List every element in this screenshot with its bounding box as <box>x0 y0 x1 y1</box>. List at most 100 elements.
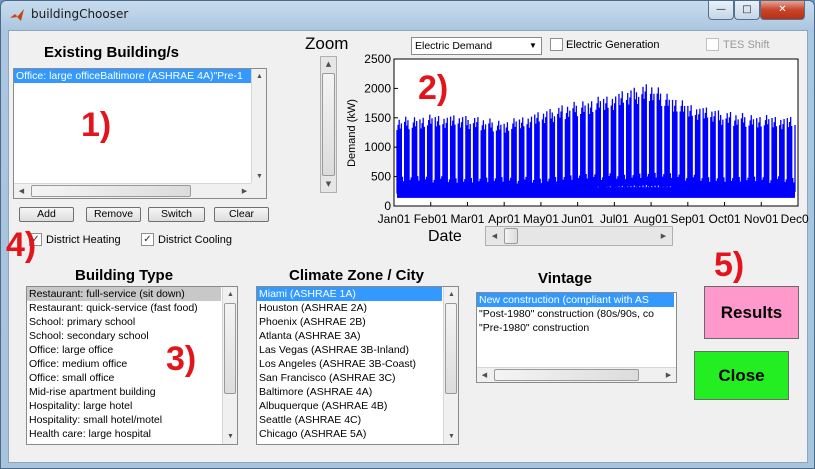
y-tick-label: 500 <box>371 170 391 184</box>
list-item[interactable]: Hospitality: small hotel/motel <box>27 413 221 427</box>
demand-chart: 0 500 1000 1500 2000 2500 Jan01 Feb01 Mar01 Apr0… <box>346 53 809 226</box>
existing-buildings-list[interactable]: Office: large officeBaltimore (ASHRAE 4A… <box>13 68 267 199</box>
vertical-scrollbar[interactable]: ▲ ▼ <box>251 69 266 184</box>
district-cooling-label: District Cooling <box>158 234 232 246</box>
list-item[interactable]: "Post-1980" construction (80s/90s, co <box>477 307 674 321</box>
list-item[interactable]: Health care: large hospital <box>27 427 221 441</box>
title-bar[interactable]: buildingChooser — □ ✕ <box>1 1 814 29</box>
zoom-label: Zoom <box>305 34 349 53</box>
list-item[interactable]: Mid-rise apartment building <box>27 385 221 399</box>
close-window-button[interactable]: ✕ <box>760 1 805 20</box>
list-item[interactable]: Albuquerque (ASHRAE 4B) <box>257 399 442 413</box>
tes-shift-checkbox[interactable] <box>706 38 719 51</box>
list-item[interactable]: Baltimore (ASHRAE 4A) <box>257 385 442 399</box>
x-tick-label: Feb01 <box>414 212 448 226</box>
electric-generation-label: Electric Generation <box>566 39 660 51</box>
horizontal-scrollbar[interactable]: ◀ ▶ <box>14 183 252 198</box>
vertical-scrollbar[interactable]: ▲ ▼ <box>443 287 458 444</box>
vintage-heading: Vintage <box>538 270 592 287</box>
district-heating-label: District Heating <box>46 234 121 246</box>
list-item[interactable]: Chicago (ASHRAE 5A) <box>257 427 442 441</box>
date-thumb[interactable] <box>504 228 518 244</box>
scroll-right-icon[interactable]: ▶ <box>237 184 252 198</box>
scroll-thumb[interactable] <box>31 185 191 197</box>
date-left-icon[interactable]: ◀ <box>487 229 502 244</box>
list-item[interactable]: Phoenix (ASHRAE 2B) <box>257 315 442 329</box>
list-item[interactable]: Atlanta (ASHRAE 3A) <box>257 329 442 343</box>
scroll-up-icon[interactable]: ▲ <box>444 287 458 302</box>
list-item[interactable]: Las Vegas (ASHRAE 3B-Inland) <box>257 343 442 357</box>
list-item[interactable]: School: primary school <box>27 315 221 329</box>
maximize-button[interactable]: □ <box>734 1 760 20</box>
date-slider[interactable]: ◀ ▶ <box>485 226 673 246</box>
x-tick-label: Dec01 <box>781 212 809 226</box>
list-item[interactable]: Restaurant: quick-service (fast food) <box>27 301 221 315</box>
list-item[interactable]: San Francisco (ASHRAE 3C) <box>257 371 442 385</box>
scroll-right-icon[interactable]: ▶ <box>661 368 676 382</box>
switch-button[interactable]: Switch <box>148 207 205 222</box>
list-item[interactable]: "Pre-1980" construction <box>477 321 674 335</box>
list-item[interactable]: Miami (ASHRAE 1A) <box>257 287 442 301</box>
annotation-5: 5) <box>714 246 745 284</box>
horizontal-scrollbar[interactable]: ◀ ▶ <box>477 367 676 382</box>
district-cooling-checkbox[interactable]: ✓ <box>141 233 154 246</box>
list-item[interactable]: Seattle (ASHRAE 4C) <box>257 413 442 427</box>
date-right-icon[interactable]: ▶ <box>656 229 671 244</box>
zoom-up-icon[interactable]: ▲ <box>321 57 336 72</box>
x-tick-label: Jan01 <box>378 212 411 226</box>
list-item[interactable]: Hospitality: large hotel <box>27 399 221 413</box>
list-item[interactable]: Houston (ASHRAE 2A) <box>257 301 442 315</box>
list-item[interactable]: Restaurant: full-service (sit down) <box>27 287 221 301</box>
list-item[interactable]: New construction (compliant with AS <box>477 293 674 307</box>
remove-button[interactable]: Remove <box>86 207 141 222</box>
vertical-scrollbar[interactable]: ▲ ▼ <box>222 287 237 444</box>
y-tick-label: 1500 <box>364 111 391 125</box>
series-dropdown-value: Electric Demand <box>415 40 493 52</box>
scroll-up-icon[interactable]: ▲ <box>252 69 266 84</box>
close-button[interactable]: Close <box>694 351 789 400</box>
scroll-thumb[interactable] <box>445 303 457 394</box>
x-tick-label: Jun01 <box>561 212 594 226</box>
scroll-up-icon[interactable]: ▲ <box>223 287 237 302</box>
tes-shift-label: TES Shift <box>723 39 770 51</box>
date-label: Date <box>428 228 462 245</box>
y-tick-label: 2500 <box>364 53 391 66</box>
scroll-left-icon[interactable]: ◀ <box>14 184 29 198</box>
chevron-down-icon[interactable]: ▼ <box>525 38 541 54</box>
client-area: Existing Building/s Office: large office… <box>6 30 809 463</box>
y-axis: 0 500 1000 1500 2000 2500 <box>364 53 398 213</box>
zoom-down-icon[interactable]: ▼ <box>321 177 336 192</box>
climate-zone-list[interactable]: Miami (ASHRAE 1A) Houston (ASHRAE 2A) Phoe… <box>256 286 459 445</box>
y-tick-label: 2000 <box>364 81 391 95</box>
annotation-3: 3) <box>166 340 197 378</box>
x-tick-label: Sep01 <box>670 212 705 226</box>
building-type-list[interactable]: Restaurant: full-service (sit down) Resta… <box>26 286 238 445</box>
app-window: buildingChooser — □ ✕ Existing Building/… <box>0 0 815 469</box>
building-type-heading: Building Type <box>75 267 174 284</box>
matlab-icon <box>10 9 24 21</box>
vintage-list[interactable]: New construction (compliant with AS "Post… <box>476 292 677 383</box>
annotation-4: 4) <box>6 226 37 264</box>
x-tick-label: Nov01 <box>744 212 779 226</box>
scroll-down-icon[interactable]: ▼ <box>223 429 237 444</box>
annotation-2: 2) <box>418 69 449 107</box>
results-button[interactable]: Results <box>704 286 799 339</box>
list-item[interactable]: Los Angeles (ASHRAE 3B-Coast) <box>257 357 442 371</box>
demand-base-band <box>397 187 795 198</box>
minimize-button[interactable]: — <box>708 1 734 20</box>
x-tick-label: May01 <box>523 212 559 226</box>
scroll-thumb[interactable] <box>224 303 236 394</box>
y-tick-label: 0 <box>384 199 391 213</box>
add-button[interactable]: Add <box>19 207 74 222</box>
x-tick-label: Aug01 <box>634 212 669 226</box>
scroll-left-icon[interactable]: ◀ <box>477 368 492 382</box>
list-item[interactable]: Office: large officeBaltimore (ASHRAE 4A… <box>14 69 252 83</box>
x-tick-label: Oct01 <box>709 212 741 226</box>
scroll-down-icon[interactable]: ▼ <box>252 169 266 184</box>
x-tick-label: Apr01 <box>488 212 520 226</box>
zoom-thumb[interactable] <box>322 73 335 176</box>
clear-button[interactable]: Clear <box>214 207 269 222</box>
electric-generation-checkbox[interactable] <box>550 38 563 51</box>
scroll-down-icon[interactable]: ▼ <box>444 429 458 444</box>
scroll-thumb[interactable] <box>494 369 639 381</box>
